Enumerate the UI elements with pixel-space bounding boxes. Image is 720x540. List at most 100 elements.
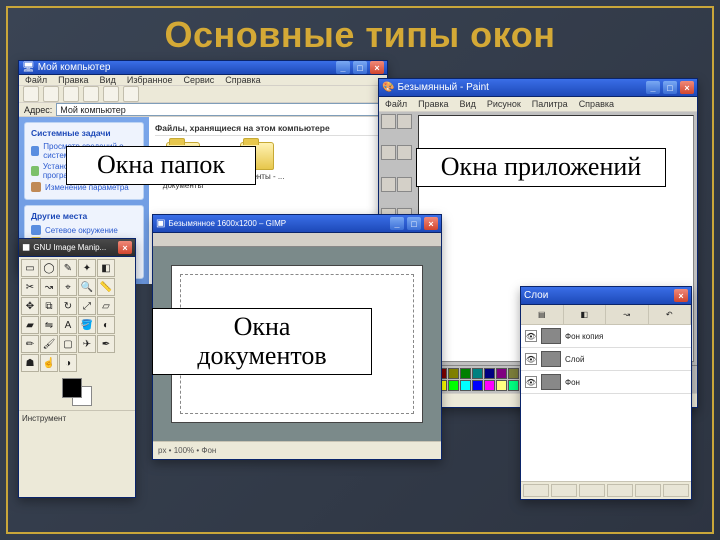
- tool-clone[interactable]: ☗: [21, 354, 39, 372]
- tool-text[interactable]: A: [59, 316, 77, 334]
- tool-rect-select[interactable]: ▭: [21, 259, 39, 277]
- tool-magnifier[interactable]: [397, 177, 412, 192]
- maximize-button[interactable]: □: [663, 81, 677, 94]
- up-button[interactable]: [63, 86, 79, 102]
- tool-ellipse-select[interactable]: ◯: [40, 259, 58, 277]
- tool-free-select[interactable]: ✎: [59, 259, 77, 277]
- tool-pencil[interactable]: ✏: [21, 335, 39, 353]
- tool-color-picker[interactable]: ⌖: [59, 278, 77, 296]
- menu-item[interactable]: Файл: [25, 75, 47, 85]
- tool-perspective[interactable]: ▰: [21, 316, 39, 334]
- tool-fuzzy-select[interactable]: ✦: [78, 259, 96, 277]
- menu-item[interactable]: Файл: [385, 99, 407, 109]
- tool-paintbrush[interactable]: 🖌: [40, 335, 58, 353]
- close-button[interactable]: ×: [118, 241, 132, 254]
- minimize-button[interactable]: _: [336, 61, 350, 74]
- tool-eraser[interactable]: [381, 145, 396, 160]
- tool-shear[interactable]: ▱: [97, 297, 115, 315]
- gimp-layers-titlebar[interactable]: Слои ×: [521, 287, 691, 305]
- duplicate-layer-button[interactable]: [607, 484, 633, 497]
- close-button[interactable]: ×: [674, 289, 688, 302]
- tool-crop[interactable]: ⧉: [40, 297, 58, 315]
- tool-fill[interactable]: [397, 145, 412, 160]
- menu-item[interactable]: Справка: [579, 99, 614, 109]
- tool-scale[interactable]: ⤢: [78, 297, 96, 315]
- menu-item[interactable]: Сервис: [183, 75, 214, 85]
- folders-button[interactable]: [103, 86, 119, 102]
- tool-color-select[interactable]: ◧: [97, 259, 115, 277]
- fg-bg-colors[interactable]: [62, 378, 92, 406]
- layer-row[interactable]: 👁Слой: [521, 348, 691, 371]
- tool-airbrush[interactable]: ✈: [78, 335, 96, 353]
- raise-layer-button[interactable]: [551, 484, 577, 497]
- menu-item[interactable]: Рисунок: [487, 99, 521, 109]
- minimize-button[interactable]: _: [646, 81, 660, 94]
- tool-flip[interactable]: ⇋: [40, 316, 58, 334]
- paint-titlebar[interactable]: 🎨 Безымянный - Paint _ □ ×: [379, 79, 697, 97]
- palette-swatch[interactable]: [472, 380, 483, 391]
- close-button[interactable]: ×: [424, 217, 438, 230]
- palette-swatch[interactable]: [484, 380, 495, 391]
- close-button[interactable]: ×: [680, 81, 694, 94]
- palette-swatch[interactable]: [508, 368, 519, 379]
- tool-rotate[interactable]: ↻: [59, 297, 77, 315]
- tab-paths[interactable]: ↝: [606, 305, 649, 324]
- eye-icon[interactable]: 👁: [525, 330, 537, 342]
- delete-layer-button[interactable]: [663, 484, 689, 497]
- eye-icon[interactable]: 👁: [525, 353, 537, 365]
- tool-scissors[interactable]: ✂: [21, 278, 39, 296]
- new-layer-button[interactable]: [523, 484, 549, 497]
- menu-item[interactable]: Избранное: [127, 75, 173, 85]
- back-button[interactable]: [23, 86, 39, 102]
- tool-select[interactable]: [397, 114, 412, 129]
- tab-undo[interactable]: ↶: [649, 305, 692, 324]
- menu-item[interactable]: Справка: [225, 75, 260, 85]
- tab-layers[interactable]: ▤: [521, 305, 564, 324]
- tool-ink[interactable]: ✒: [97, 335, 115, 353]
- search-button[interactable]: [83, 86, 99, 102]
- layer-row[interactable]: 👁Фон копия: [521, 325, 691, 348]
- tool-measure[interactable]: 📏: [97, 278, 115, 296]
- tool-smudge[interactable]: ☝: [40, 354, 58, 372]
- menu-item[interactable]: Вид: [460, 99, 476, 109]
- palette-swatch[interactable]: [496, 368, 507, 379]
- gimp-image-titlebar[interactable]: ▣ Безымянное 1600x1200 – GIMP _ □ ×: [153, 215, 441, 233]
- palette-swatch[interactable]: [484, 368, 495, 379]
- tool-paths[interactable]: ↝: [40, 278, 58, 296]
- menu-item[interactable]: Вид: [100, 75, 116, 85]
- tool-move[interactable]: ✥: [21, 297, 39, 315]
- maximize-button[interactable]: □: [407, 217, 421, 230]
- forward-button[interactable]: [43, 86, 59, 102]
- tool-bucket[interactable]: 🪣: [78, 316, 96, 334]
- menu-item[interactable]: Правка: [58, 75, 88, 85]
- menu-item[interactable]: Правка: [418, 99, 448, 109]
- tool-zoom[interactable]: 🔍: [78, 278, 96, 296]
- anchor-layer-button[interactable]: [635, 484, 661, 497]
- lower-layer-button[interactable]: [579, 484, 605, 497]
- minimize-button[interactable]: _: [390, 217, 404, 230]
- maximize-button[interactable]: □: [353, 61, 367, 74]
- tab-channels[interactable]: ◧: [564, 305, 607, 324]
- tool-eraser[interactable]: ▢: [59, 335, 77, 353]
- close-button[interactable]: ×: [370, 61, 384, 74]
- menu-item[interactable]: Палитра: [532, 99, 568, 109]
- task-item[interactable]: Сетевое окружение: [31, 224, 137, 236]
- eye-icon[interactable]: 👁: [525, 376, 537, 388]
- palette-swatch[interactable]: [472, 368, 483, 379]
- palette-swatch[interactable]: [508, 380, 519, 391]
- views-button[interactable]: [123, 86, 139, 102]
- fg-color[interactable]: [62, 378, 82, 398]
- tool-blend[interactable]: ◐: [97, 316, 115, 334]
- tool-picker[interactable]: [381, 177, 396, 192]
- tool-freeform-select[interactable]: [381, 114, 396, 129]
- tool-dodge[interactable]: ◑: [59, 354, 77, 372]
- palette-swatch[interactable]: [448, 368, 459, 379]
- layer-row[interactable]: 👁Фон: [521, 371, 691, 394]
- palette-swatch[interactable]: [448, 380, 459, 391]
- palette-swatch[interactable]: [460, 380, 471, 391]
- explorer-titlebar[interactable]: 🖥 Мой компьютер _ □ ×: [19, 61, 387, 75]
- gimp-toolbox-titlebar[interactable]: ◼ GNU Image Manip... ×: [19, 239, 135, 257]
- palette-swatch[interactable]: [460, 368, 471, 379]
- address-input[interactable]: Мой компьютер: [56, 103, 382, 116]
- palette-swatch[interactable]: [496, 380, 507, 391]
